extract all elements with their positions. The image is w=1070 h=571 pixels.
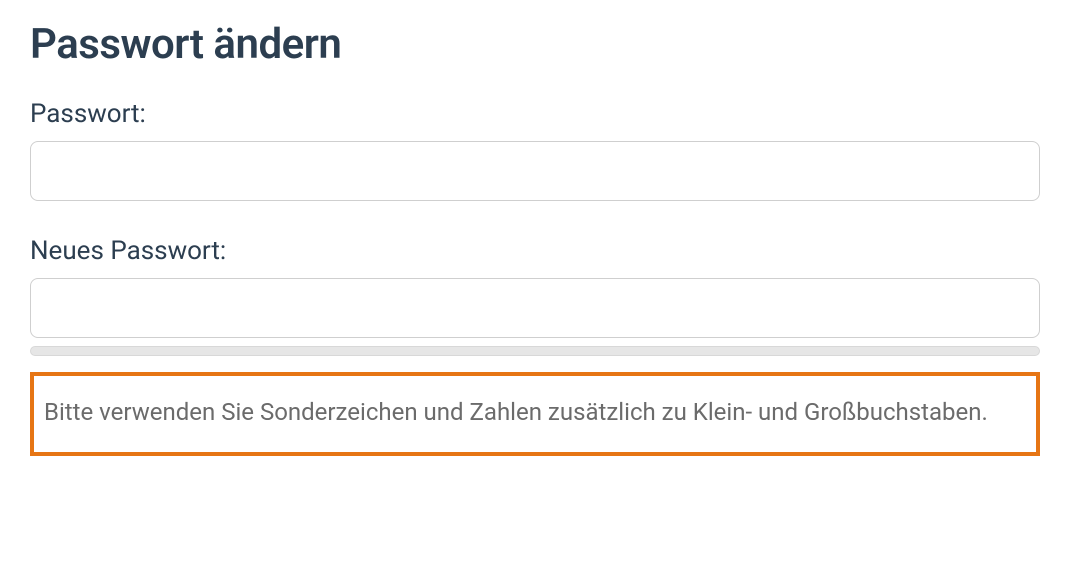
current-password-label: Passwort: — [30, 99, 1040, 129]
password-hint-box: Bitte verwenden Sie Sonderzeichen und Za… — [30, 372, 1040, 456]
new-password-input[interactable] — [30, 278, 1040, 338]
new-password-label: Neues Passwort: — [30, 236, 1040, 266]
password-hint-text: Bitte verwenden Sie Sonderzeichen und Za… — [44, 390, 1026, 436]
new-password-group: Neues Passwort: Bitte verwenden Sie Sond… — [30, 236, 1040, 456]
current-password-group: Passwort: — [30, 99, 1040, 201]
page-title: Passwort ändern — [30, 20, 1040, 69]
current-password-input[interactable] — [30, 141, 1040, 201]
password-strength-meter — [30, 346, 1040, 356]
